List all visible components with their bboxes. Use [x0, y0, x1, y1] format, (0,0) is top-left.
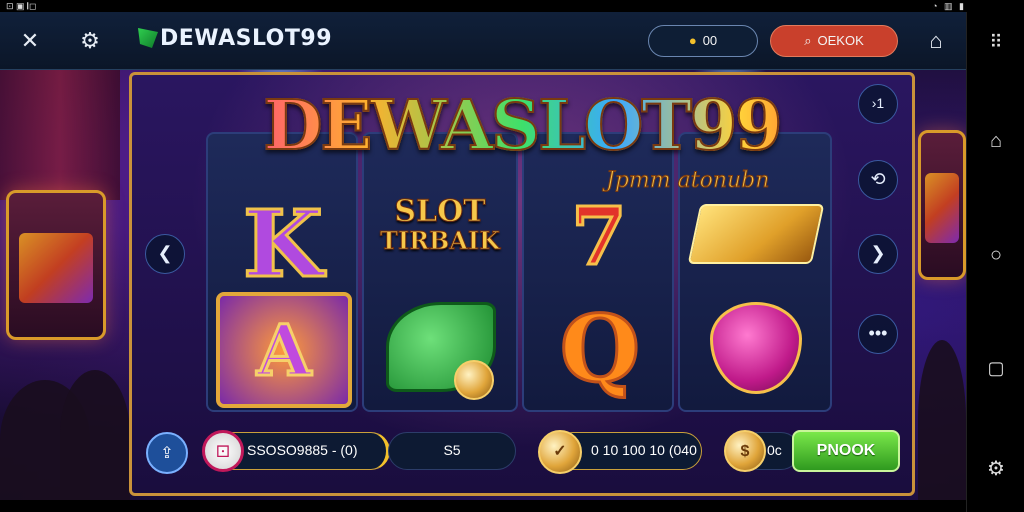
heart-gem-icon	[710, 302, 802, 394]
search-icon: ⌕	[804, 33, 812, 48]
logo-text: DEWASLOT99	[160, 26, 332, 51]
spin-button[interactable]: PNOOK	[792, 430, 900, 472]
bet-value-field[interactable]: S5	[388, 432, 516, 470]
status-left: ⊡ ▣ 𝄃◻︎	[6, 1, 37, 11]
next-arrow-button[interactable]: ❯	[858, 234, 898, 274]
coin-icon	[454, 360, 494, 400]
curtain-decoration	[0, 70, 120, 200]
share-icon: ⇪	[160, 445, 174, 462]
symbol-q: Q	[558, 294, 641, 405]
game-subtitle: Jpmm atonubn	[605, 168, 770, 194]
arcade-machine-right	[918, 130, 966, 280]
crowd-silhouette	[60, 370, 130, 500]
gold-bar-icon	[687, 204, 825, 264]
symbol-k: K	[242, 189, 325, 300]
dice-icon[interactable]: ⚀	[202, 430, 244, 472]
more-button[interactable]: •••	[858, 314, 898, 354]
slot-tag: SLOT TIRBAIK	[372, 194, 508, 255]
logo-mark-icon	[138, 28, 158, 48]
game-screen: { "status_bar": {"left": "⊡ ▣ 𝄃◻︎", "rig…	[0, 0, 1024, 512]
search-label: OEKOK	[817, 33, 864, 48]
symbol-seven: 7	[570, 188, 629, 285]
bottom-status-bar	[0, 500, 966, 512]
coin-credit-icon[interactable]: $	[724, 430, 766, 472]
app-logo[interactable]: DEWASLOT99	[138, 26, 332, 51]
system-nav-bar: ⠿ ⌂ ○ ▢ ⚙	[966, 12, 1024, 512]
home-icon[interactable]: ⌂	[924, 30, 948, 52]
refresh-icon: ⟲	[870, 169, 886, 189]
bet-info-text: SSOSO9885 - (0)	[247, 442, 358, 458]
close-icon[interactable]: ✕	[18, 30, 42, 52]
gear-icon[interactable]: ⚙	[78, 30, 102, 52]
coin-icon: ●	[688, 33, 697, 48]
chevron-left-icon: ❮	[157, 243, 173, 263]
balance-value: 00	[702, 33, 718, 48]
prev-arrow-button[interactable]: ❮	[145, 234, 185, 274]
status-right: ◔ ▥ ▮	[932, 1, 966, 11]
top-bar: ✕ ⚙ DEWASLOT99 ● 00 ⌕ OEKOK ⌂	[0, 12, 966, 70]
circle-nav-icon[interactable]: ○	[967, 244, 1024, 267]
bet-value: S5	[443, 442, 461, 458]
arcade-machine-left	[6, 190, 106, 340]
reel-1: K A	[206, 132, 358, 412]
info-button[interactable]: ›1	[858, 84, 898, 124]
symbol-a: A	[216, 292, 352, 408]
gear-nav-icon[interactable]: ⚙	[967, 456, 1024, 481]
credit-value: 0c	[767, 442, 782, 458]
balance-pill[interactable]: ● 00	[648, 25, 758, 57]
win-info-text: 0 10 100 10 (040	[591, 442, 697, 458]
crowd-silhouette	[918, 340, 966, 500]
tag-line-2: TIRBAIK	[379, 226, 501, 255]
home-nav-icon[interactable]: ⌂	[967, 130, 1024, 153]
reel-2	[362, 132, 518, 412]
tag-line-1: SLOT	[394, 194, 486, 229]
share-button[interactable]: ⇪	[146, 432, 188, 474]
grid-icon[interactable]: ⠿	[967, 32, 1024, 53]
more-icon: •••	[868, 323, 888, 343]
info-icon: ›1	[871, 95, 885, 111]
refresh-button[interactable]: ⟲	[858, 160, 898, 200]
chevron-right-icon: ❯	[870, 243, 886, 263]
game-title: DEWASLOT99	[212, 87, 832, 165]
status-bar: ⊡ ▣ 𝄃◻︎ ◔ ▥ ▮	[0, 0, 1024, 12]
search-button[interactable]: ⌕ OEKOK	[770, 25, 898, 57]
square-nav-icon[interactable]: ▢	[967, 358, 1024, 379]
coin-bet-icon[interactable]: ✓	[538, 430, 582, 474]
